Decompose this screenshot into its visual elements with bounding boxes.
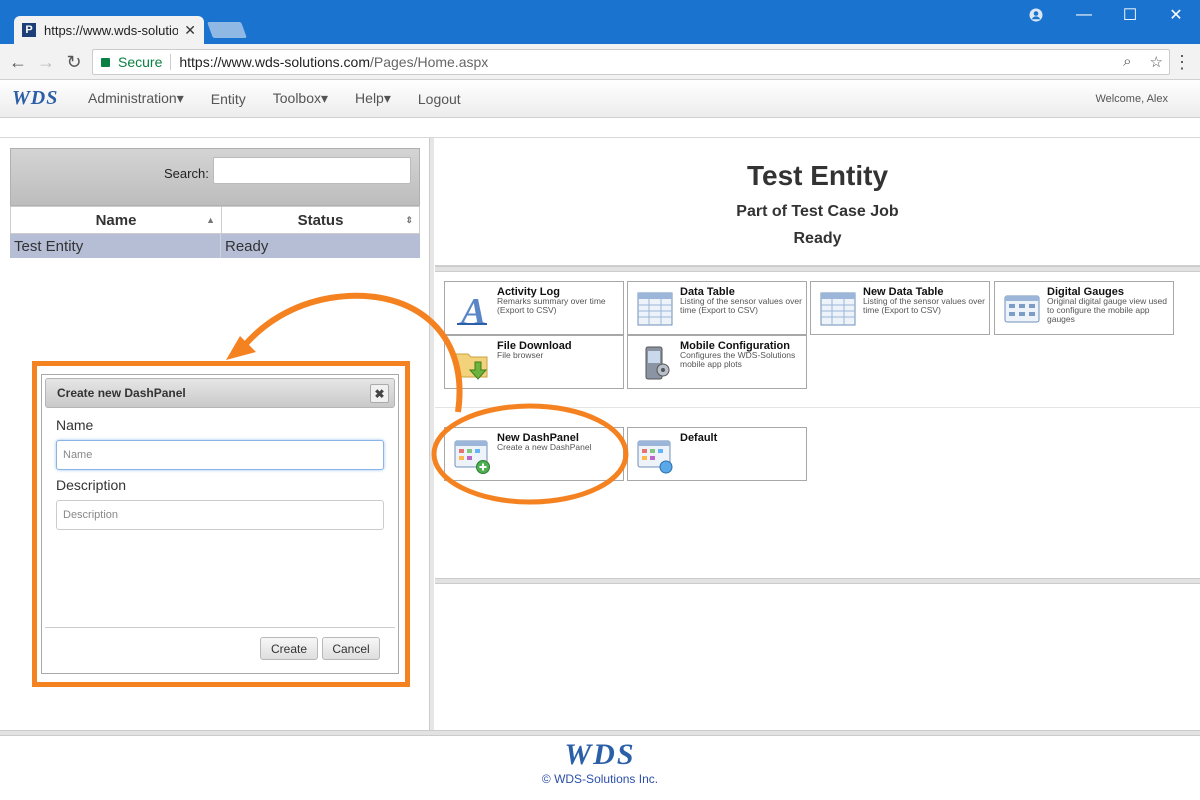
svg-text:A: A bbox=[459, 291, 486, 328]
tiles-divider bbox=[435, 407, 1200, 408]
nav-administration[interactable]: Administration▾ bbox=[88, 90, 184, 107]
footer-copyright: © WDS-Solutions Inc. bbox=[541, 772, 659, 786]
cell-status: Ready bbox=[225, 237, 269, 255]
dialog-highlight-box bbox=[32, 361, 410, 687]
dashpanel-add-icon bbox=[454, 440, 490, 474]
nav-logout[interactable]: Logout bbox=[418, 91, 461, 107]
url-path: /Pages/Home.aspx bbox=[369, 54, 489, 70]
omnibox-divider bbox=[170, 54, 172, 70]
footer-divider bbox=[0, 730, 1200, 736]
minimize-icon[interactable]: — bbox=[1061, 0, 1107, 30]
nav-entity[interactable]: Entity bbox=[211, 91, 246, 107]
profile-icon[interactable] bbox=[1013, 0, 1059, 30]
sort-icon[interactable]: ⇕ bbox=[405, 215, 413, 226]
entity-subtitle: Part of Test Case Job bbox=[736, 203, 899, 220]
tab-favicon-icon: P bbox=[22, 23, 36, 37]
tile-default-dashpanel[interactable]: Default bbox=[627, 427, 807, 481]
entity-status: Ready bbox=[793, 230, 842, 247]
back-arrow-icon[interactable]: ← bbox=[6, 50, 30, 74]
column-status-label: Status bbox=[297, 211, 344, 229]
tab-close-icon[interactable]: ✕ bbox=[184, 22, 196, 39]
sort-ascending-icon[interactable]: ▲ bbox=[206, 215, 215, 225]
panel-splitter-bottom[interactable] bbox=[435, 578, 1200, 584]
url-host: https://www.wds-solutions.com bbox=[179, 54, 370, 70]
tab-title: https://www.wds-solutio bbox=[44, 22, 179, 38]
tile-file-download[interactable]: File Download File browser bbox=[444, 335, 624, 389]
welcome-text: Welcome, Alex bbox=[1095, 92, 1168, 105]
column-name-label: Name bbox=[95, 211, 137, 229]
tile-desc: Create a new DashPanel bbox=[497, 442, 592, 452]
sub-header-bar bbox=[0, 118, 1200, 138]
data-table-icon bbox=[637, 292, 673, 326]
panel-splitter[interactable] bbox=[435, 266, 1200, 272]
column-header-status[interactable]: Status ⇕ bbox=[222, 207, 419, 233]
grid-header: Name ▲ Status ⇕ bbox=[10, 206, 420, 234]
tile-desc: File browser bbox=[497, 350, 544, 360]
secure-label: Secure bbox=[118, 54, 163, 70]
bookmark-star-icon[interactable]: ☆ bbox=[1150, 53, 1163, 71]
tile-desc: Remarks summary over time (Export to CSV… bbox=[497, 296, 606, 315]
app-navbar: WDS Administration▾ Entity Toolbox▾ Help… bbox=[0, 80, 1200, 118]
tile-desc: Listing of the sensor values over time (… bbox=[680, 296, 802, 315]
browser-tab[interactable]: P https://www.wds-solutio ✕ bbox=[14, 16, 204, 44]
table-row[interactable]: Test Entity Ready bbox=[10, 234, 420, 258]
browser-menu-icon[interactable]: ⋮ bbox=[1172, 52, 1192, 73]
tile-new-data-table[interactable]: New Data Table Listing of the sensor val… bbox=[810, 281, 990, 335]
tile-name: Default bbox=[680, 432, 718, 444]
reload-icon[interactable]: ↻ bbox=[62, 50, 86, 74]
dashpanel-icon bbox=[637, 440, 673, 474]
data-table-icon bbox=[820, 292, 856, 326]
forward-arrow-icon[interactable]: → bbox=[34, 50, 58, 74]
lock-icon bbox=[101, 57, 110, 67]
cell-name: Test Entity bbox=[10, 234, 221, 258]
zoom-icon[interactable]: ⌕ bbox=[1123, 53, 1131, 71]
nav-toolbox[interactable]: Toolbox▾ bbox=[273, 90, 328, 107]
tile-desc: Listing of the sensor values over time (… bbox=[863, 296, 985, 315]
tile-activity-log[interactable]: A Activity Log Remarks summary over time… bbox=[444, 281, 624, 335]
window-close-icon[interactable]: ✕ bbox=[1153, 0, 1199, 30]
tile-desc: Configures the WDS-Solutions mobile app … bbox=[680, 350, 796, 369]
wds-logo[interactable]: WDS bbox=[12, 87, 70, 110]
new-tab-button[interactable] bbox=[207, 22, 247, 38]
activity-log-icon: A bbox=[457, 291, 487, 328]
gauges-icon bbox=[1004, 295, 1040, 323]
entity-title: Test Entity bbox=[746, 160, 889, 191]
search-label: Search: bbox=[164, 166, 209, 181]
search-input[interactable] bbox=[213, 157, 411, 184]
address-bar[interactable]: Secure https://www.wds-solutions.com /Pa… bbox=[92, 49, 1170, 75]
column-header-name[interactable]: Name ▲ bbox=[11, 207, 222, 233]
tile-new-dashpanel[interactable]: New DashPanel Create a new DashPanel bbox=[444, 427, 624, 481]
tile-digital-gauges[interactable]: Digital Gauges Original digital gauge vi… bbox=[994, 281, 1174, 335]
tile-mobile-configuration[interactable]: Mobile Configuration Configures the WDS-… bbox=[627, 335, 807, 389]
pane-splitter[interactable] bbox=[430, 138, 434, 730]
mobile-config-icon bbox=[645, 346, 670, 380]
tile-desc: Original digital gauge view used to conf… bbox=[1047, 296, 1168, 324]
footer-logo: WDS bbox=[564, 738, 636, 771]
maximize-icon[interactable]: ☐ bbox=[1107, 0, 1153, 30]
nav-help[interactable]: Help▾ bbox=[355, 90, 391, 107]
tile-data-table[interactable]: Data Table Listing of the sensor values … bbox=[627, 281, 807, 335]
folder-download-icon bbox=[455, 353, 488, 380]
